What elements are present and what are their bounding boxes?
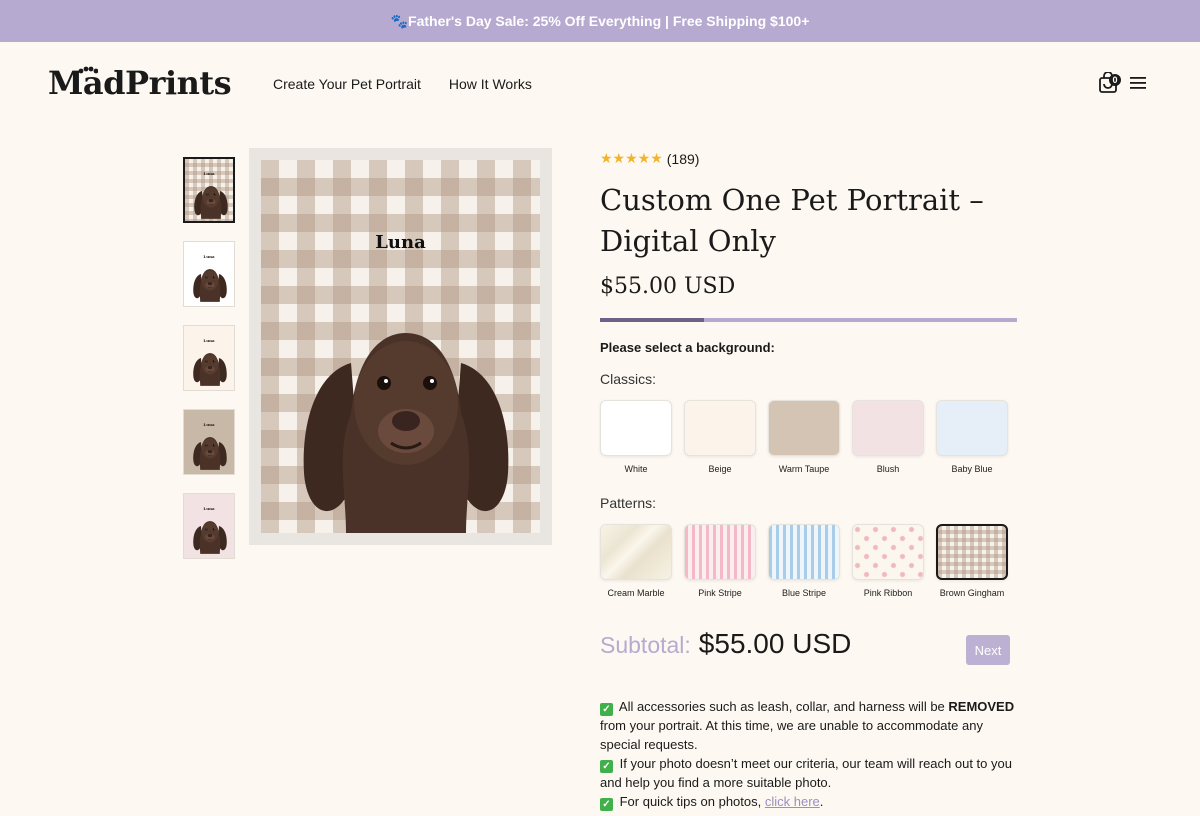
swatch-brown-gingham[interactable]: Brown Gingham: [936, 524, 1008, 598]
logo[interactable]: MadPrints: [48, 64, 232, 102]
swatch-cream-marble[interactable]: Cream Marble: [600, 524, 672, 598]
dog-portrait-image: [192, 352, 228, 387]
main-nav: Create Your Pet Portrait How It Works: [273, 76, 532, 92]
review-count: (189): [666, 150, 700, 167]
thumbnail-warm-taupe[interactable]: Luna: [183, 409, 235, 475]
swatch-box[interactable]: [684, 400, 756, 456]
portrait-notes: ✓ All accessories such as leash, collar,…: [600, 697, 1020, 811]
note-photo-tips: ✓ For quick tips on photos, click here.: [600, 792, 1020, 811]
swatch-label: Brown Gingham: [939, 588, 1005, 598]
announcement-bar: 🐾Father's Day Sale: 25% Off Everything |…: [0, 0, 1200, 42]
swatch-label: Cream Marble: [607, 588, 665, 598]
swatch-pink-ribbon[interactable]: Pink Ribbon: [852, 524, 924, 598]
subtotal-label: Subtotal:: [600, 632, 691, 658]
portrait-canvas: Luna: [261, 160, 540, 533]
swatch-label: Pink Stripe: [698, 588, 742, 598]
swatch-box[interactable]: [768, 400, 840, 456]
nav-how-it-works[interactable]: How It Works: [449, 76, 532, 92]
swatch-beige[interactable]: Beige: [684, 400, 756, 474]
paw-icon: [78, 66, 98, 74]
swatch-box[interactable]: [852, 524, 924, 580]
thumbnail-brown-gingham[interactable]: Luna: [183, 157, 235, 223]
product-title: Custom One Pet Portrait – Digital Only: [600, 183, 984, 258]
thumbnail-blush[interactable]: Luna: [183, 493, 235, 559]
checkmark-icon: ✓: [600, 703, 613, 716]
swatch-label: Pink Ribbon: [863, 588, 913, 598]
note-photo-criteria: ✓ If your photo doesn’t meet our criteri…: [600, 754, 1020, 792]
dog-portrait-image: [193, 185, 229, 220]
swatch-white[interactable]: White: [600, 400, 672, 474]
dog-portrait-image: [192, 436, 228, 471]
product-price: $55.00 USD: [600, 274, 736, 299]
swatch-box[interactable]: [936, 524, 1008, 580]
nav-create-portrait[interactable]: Create Your Pet Portrait: [273, 76, 421, 92]
thumbnail-list: Luna Luna Luna Luna Luna: [183, 157, 235, 559]
swatch-label: White: [624, 464, 648, 474]
note-text: All accessories such as leash, collar, a…: [616, 699, 949, 714]
note-text: If your photo doesn’t meet our criteria,…: [600, 756, 1012, 790]
classics-label: Classics:: [600, 371, 657, 387]
swatch-box[interactable]: [600, 524, 672, 580]
thumbnail-beige[interactable]: Luna: [183, 325, 235, 391]
main-product-image: Luna: [249, 148, 552, 545]
note-text: .: [819, 794, 824, 809]
patterns-label: Patterns:: [600, 495, 657, 511]
swatch-box[interactable]: [768, 524, 840, 580]
background-prompt: Please select a background:: [600, 340, 775, 355]
dog-portrait-image: [192, 520, 228, 555]
swatch-label: Beige: [708, 464, 732, 474]
subtotal-value: $55.00 USD: [698, 628, 852, 659]
step-progress-fill: [600, 318, 705, 322]
step-progress-bar: [600, 318, 1017, 322]
note-emphasis: REMOVED: [948, 699, 1015, 714]
swatch-box[interactable]: [684, 524, 756, 580]
logo-text: MadPrints: [48, 64, 232, 102]
swatch-label: Warm Taupe: [778, 464, 830, 474]
swatch-warm-taupe[interactable]: Warm Taupe: [768, 400, 840, 474]
rating[interactable]: ★★★★★ (189): [600, 150, 699, 167]
subtotal: Subtotal: $55.00 USD: [600, 628, 851, 660]
swatch-box[interactable]: [936, 400, 1008, 456]
swatch-label: Blush: [876, 464, 900, 474]
thumbnail-white[interactable]: Luna: [183, 241, 235, 307]
note-accessories: ✓ All accessories such as leash, collar,…: [600, 697, 1020, 754]
checkmark-icon: ✓: [600, 760, 613, 773]
next-button[interactable]: Next: [966, 635, 1010, 665]
note-text: from your portrait. At this time, we are…: [600, 718, 983, 752]
star-rating-icon: ★★★★★: [600, 150, 663, 166]
swatch-label: Blue Stripe: [781, 588, 827, 598]
swatch-box[interactable]: [600, 400, 672, 456]
swatch-baby-blue[interactable]: Baby Blue: [936, 400, 1008, 474]
dog-portrait-image: [192, 268, 228, 303]
photo-tips-link[interactable]: click here: [765, 794, 820, 809]
swatch-blue-stripe[interactable]: Blue Stripe: [768, 524, 840, 598]
swatch-blush[interactable]: Blush: [852, 400, 924, 474]
swatch-box[interactable]: [852, 400, 924, 456]
cart-count-badge: 0: [1109, 74, 1121, 86]
patterns-swatches: Cream Marble Pink Stripe Blue Stripe Pin…: [600, 524, 1008, 598]
menu-icon[interactable]: [1130, 76, 1146, 90]
classics-swatches: White Beige Warm Taupe Blush Baby Blue: [600, 400, 1008, 474]
swatch-pink-stripe[interactable]: Pink Stripe: [684, 524, 756, 598]
note-text: For quick tips on photos,: [616, 794, 765, 809]
swatch-label: Baby Blue: [951, 464, 993, 474]
dog-portrait-image: [302, 331, 510, 533]
checkmark-icon: ✓: [600, 798, 613, 811]
